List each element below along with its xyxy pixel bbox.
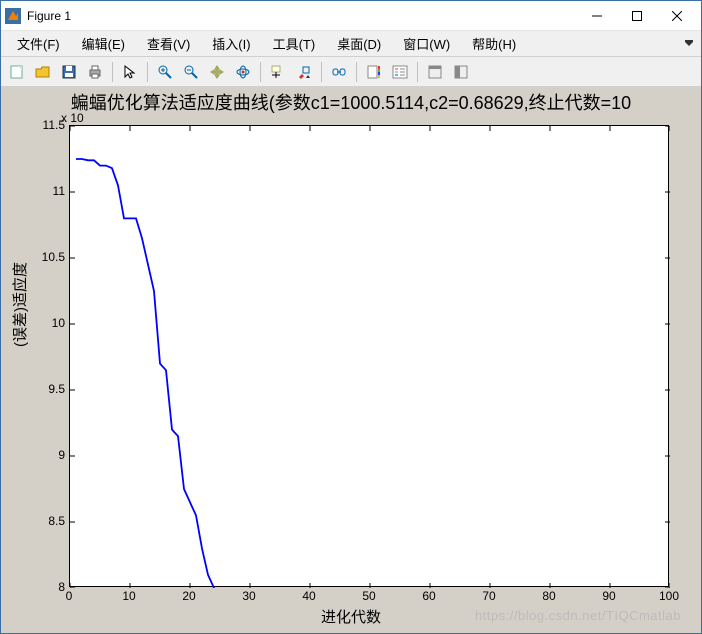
menu-view[interactable]: 查看(V) (137, 32, 200, 55)
y-tick-label: 9 (35, 448, 65, 462)
menu-edit[interactable]: 编辑(E) (72, 32, 135, 55)
toolbar-separator (112, 62, 113, 82)
tb-link-plots[interactable] (327, 60, 351, 84)
x-tick-label: 10 (115, 589, 143, 603)
pointer-icon (122, 64, 138, 80)
tb-brush[interactable] (292, 60, 316, 84)
x-axis-label: 进化代数 (1, 606, 701, 627)
rotate-icon (235, 64, 251, 80)
matlab-icon (5, 8, 21, 24)
menu-edit-label: 编辑(E) (82, 37, 125, 52)
toolbar-separator (260, 62, 261, 82)
legend-icon (392, 64, 408, 80)
y-tick-label: 10 (35, 316, 65, 330)
menu-overflow-icon[interactable] (683, 37, 695, 49)
close-button[interactable] (657, 2, 697, 30)
tb-insert-legend[interactable] (388, 60, 412, 84)
open-icon (35, 64, 51, 80)
tb-new-figure[interactable] (5, 60, 29, 84)
menu-tools[interactable]: 工具(T) (263, 32, 326, 55)
menu-help[interactable]: 帮助(H) (462, 32, 526, 55)
menu-file-label: 文件(F) (17, 37, 60, 52)
dock-icon (453, 64, 469, 80)
toolbar-separator (321, 62, 322, 82)
zoom-out-icon (183, 64, 199, 80)
link-icon (331, 64, 347, 80)
y-axis-label: (误差)适应度 (9, 262, 30, 347)
brush-icon (296, 64, 312, 80)
toolbar-separator (147, 62, 148, 82)
menu-desktop[interactable]: 桌面(D) (327, 32, 391, 55)
maximize-icon (632, 11, 642, 21)
x-tick-label: 0 (55, 589, 83, 603)
tb-rotate[interactable] (231, 60, 255, 84)
zoom-in-icon (157, 64, 173, 80)
plot-axes[interactable] (69, 125, 669, 587)
menu-desktop-label: 桌面(D) (337, 37, 381, 52)
window-title: Figure 1 (27, 9, 577, 23)
print-icon (87, 64, 103, 80)
toolbar-separator (417, 62, 418, 82)
x-tick-label: 30 (235, 589, 263, 603)
colorbar-icon (366, 64, 382, 80)
tb-edit-plot[interactable] (118, 60, 142, 84)
tb-insert-colorbar[interactable] (362, 60, 386, 84)
maximize-button[interactable] (617, 2, 657, 30)
tb-print[interactable] (83, 60, 107, 84)
menu-tools-label: 工具(T) (273, 37, 316, 52)
x-tick-label: 50 (355, 589, 383, 603)
tb-dock-figure[interactable] (449, 60, 473, 84)
x-tick-label: 20 (175, 589, 203, 603)
menu-insert-label: 插入(I) (212, 37, 250, 52)
tb-zoom-out[interactable] (179, 60, 203, 84)
toolbar (1, 57, 701, 87)
close-icon (672, 11, 682, 21)
y-tick-label: 10.5 (35, 250, 65, 264)
y-tick-label: 9.5 (35, 382, 65, 396)
toolbar-separator (356, 62, 357, 82)
tb-pan[interactable] (205, 60, 229, 84)
menu-window[interactable]: 窗口(W) (393, 32, 460, 55)
new-figure-icon (9, 64, 25, 80)
tb-zoom-in[interactable] (153, 60, 177, 84)
menu-help-label: 帮助(H) (472, 37, 516, 52)
menu-window-label: 窗口(W) (403, 37, 450, 52)
window-titlebar: Figure 1 (1, 1, 701, 31)
line-plot (70, 126, 670, 588)
chart-title: 蝙蝠优化算法适应度曲线(参数c1=1000.5114,c2=0.68629,终止… (1, 89, 701, 115)
y-tick-label: 11.5 (35, 118, 65, 132)
menu-file[interactable]: 文件(F) (7, 32, 70, 55)
tb-open[interactable] (31, 60, 55, 84)
menu-view-label: 查看(V) (147, 37, 190, 52)
tb-data-cursor[interactable] (266, 60, 290, 84)
save-icon (61, 64, 77, 80)
y-tick-label: 11 (35, 184, 65, 198)
x-tick-label: 90 (595, 589, 623, 603)
menubar: 文件(F) 编辑(E) 查看(V) 插入(I) 工具(T) 桌面(D) 窗口(W… (1, 31, 701, 57)
data-cursor-icon (270, 64, 286, 80)
x-tick-label: 70 (475, 589, 503, 603)
x-tick-label: 100 (655, 589, 683, 603)
tb-hide-tools[interactable] (423, 60, 447, 84)
y-tick-label: 8.5 (35, 514, 65, 528)
minimize-icon (592, 11, 602, 21)
menu-insert[interactable]: 插入(I) (202, 32, 260, 55)
hide-tools-icon (427, 64, 443, 80)
x-tick-label: 40 (295, 589, 323, 603)
figure-canvas[interactable]: 蝙蝠优化算法适应度曲线(参数c1=1000.5114,c2=0.68629,终止… (1, 87, 701, 633)
x-tick-label: 60 (415, 589, 443, 603)
x-tick-label: 80 (535, 589, 563, 603)
pan-icon (209, 64, 225, 80)
tb-save[interactable] (57, 60, 81, 84)
minimize-button[interactable] (577, 2, 617, 30)
